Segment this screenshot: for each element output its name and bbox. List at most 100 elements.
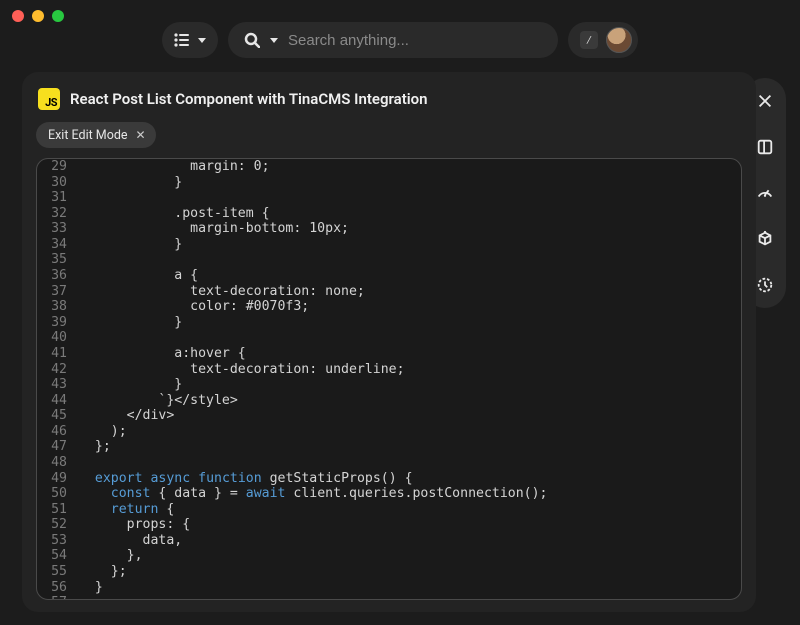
- line-number: 36: [37, 268, 79, 284]
- code-text: props: {: [79, 517, 190, 533]
- line-number: 48: [37, 455, 79, 471]
- chevron-down-icon: [198, 38, 206, 43]
- code-text: }: [79, 377, 182, 393]
- js-badge: JS: [38, 88, 60, 110]
- code-text: };: [79, 564, 127, 580]
- close-window-dot[interactable]: [12, 10, 24, 22]
- line-number: 33: [37, 221, 79, 237]
- code-line: 44 `}</style>: [37, 393, 741, 409]
- card-header: JS React Post List Component with TinaCM…: [36, 86, 742, 118]
- exit-chip-label: Exit Edit Mode: [48, 128, 128, 143]
- topbar: /: [0, 22, 800, 58]
- search-icon: [244, 32, 260, 48]
- line-number: 55: [37, 564, 79, 580]
- code-line: 56 }: [37, 580, 741, 596]
- search-bar[interactable]: [228, 22, 558, 58]
- user-cluster[interactable]: /: [568, 22, 638, 58]
- close-icon: ✕: [136, 128, 146, 142]
- code-text: }: [79, 315, 182, 331]
- panel-layout-icon: [756, 138, 774, 156]
- code-scroll[interactable]: 29 margin: 0;30 }3132 .post-item {33 mar…: [37, 159, 741, 599]
- package-button[interactable]: [754, 228, 776, 250]
- page-title: React Post List Component with TinaCMS I…: [70, 90, 428, 108]
- code-line: 48: [37, 455, 741, 471]
- line-number: 34: [37, 237, 79, 253]
- code-text: export async function getStaticProps() {: [79, 471, 413, 487]
- close-button[interactable]: [754, 90, 776, 112]
- sync-icon: [756, 276, 774, 294]
- code-line: 52 props: {: [37, 517, 741, 533]
- code-text: const { data } = await client.queries.po…: [79, 486, 547, 502]
- code-line: 41 a:hover {: [37, 346, 741, 362]
- code-line: 34 }: [37, 237, 741, 253]
- code-line: 33 margin-bottom: 10px;: [37, 221, 741, 237]
- line-number: 42: [37, 362, 79, 378]
- code-line: 39 }: [37, 315, 741, 331]
- line-number: 46: [37, 424, 79, 440]
- code-line: 29 margin: 0;: [37, 159, 741, 175]
- package-icon: [756, 230, 774, 248]
- code-text: </div>: [79, 408, 174, 424]
- code-text: return {: [79, 502, 174, 518]
- line-number: 47: [37, 439, 79, 455]
- code-text: };: [79, 439, 111, 455]
- line-number: 31: [37, 190, 79, 206]
- code-text: .post-item {: [79, 206, 270, 222]
- sync-button[interactable]: [754, 274, 776, 296]
- code-text: data,: [79, 533, 182, 549]
- code-text: text-decoration: underline;: [79, 362, 405, 378]
- line-number: 32: [37, 206, 79, 222]
- code-line: 54 },: [37, 548, 741, 564]
- minimize-window-dot[interactable]: [32, 10, 44, 22]
- line-number: 56: [37, 580, 79, 596]
- code-text: },: [79, 548, 143, 564]
- line-number: 40: [37, 330, 79, 346]
- line-number: 57: [37, 595, 79, 599]
- close-icon: [756, 92, 774, 110]
- code-line: 42 text-decoration: underline;: [37, 362, 741, 378]
- code-line: 32 .post-item {: [37, 206, 741, 222]
- line-number: 49: [37, 471, 79, 487]
- code-text: margin: 0;: [79, 159, 270, 175]
- code-text: }: [79, 580, 103, 596]
- line-number: 45: [37, 408, 79, 424]
- speed-button[interactable]: [754, 182, 776, 204]
- line-number: 35: [37, 252, 79, 268]
- code-text: }: [79, 237, 182, 253]
- code-line: 45 </div>: [37, 408, 741, 424]
- code-editor[interactable]: 29 margin: 0;30 }3132 .post-item {33 mar…: [36, 158, 742, 600]
- line-number: 38: [37, 299, 79, 315]
- avatar[interactable]: [606, 27, 632, 53]
- list-menu-button[interactable]: [162, 22, 218, 58]
- search-input[interactable]: [288, 32, 542, 49]
- line-number: 30: [37, 175, 79, 191]
- code-text: a {: [79, 268, 198, 284]
- code-line: 51 return {: [37, 502, 741, 518]
- maximize-window-dot[interactable]: [52, 10, 64, 22]
- window-controls: [12, 10, 64, 22]
- line-number: 50: [37, 486, 79, 502]
- code-line: 47 };: [37, 439, 741, 455]
- code-line: 43 }: [37, 377, 741, 393]
- main-card: JS React Post List Component with TinaCM…: [22, 72, 756, 612]
- code-line: 30 }: [37, 175, 741, 191]
- line-number: 54: [37, 548, 79, 564]
- code-text: margin-bottom: 10px;: [79, 221, 349, 237]
- line-number: 53: [37, 533, 79, 549]
- line-number: 44: [37, 393, 79, 409]
- line-number: 43: [37, 377, 79, 393]
- code-line: 57: [37, 595, 741, 599]
- line-number: 51: [37, 502, 79, 518]
- line-number: 29: [37, 159, 79, 175]
- code-line: 49 export async function getStaticProps(…: [37, 471, 741, 487]
- code-line: 53 data,: [37, 533, 741, 549]
- code-line: 35: [37, 252, 741, 268]
- code-text: }: [79, 175, 182, 191]
- panel-layout-button[interactable]: [754, 136, 776, 158]
- code-line: 40: [37, 330, 741, 346]
- code-line: 55 };: [37, 564, 741, 580]
- code-text: `}</style>: [79, 393, 238, 409]
- code-line: 36 a {: [37, 268, 741, 284]
- exit-edit-mode-chip[interactable]: Exit Edit Mode ✕: [36, 122, 156, 148]
- code-text: a:hover {: [79, 346, 246, 362]
